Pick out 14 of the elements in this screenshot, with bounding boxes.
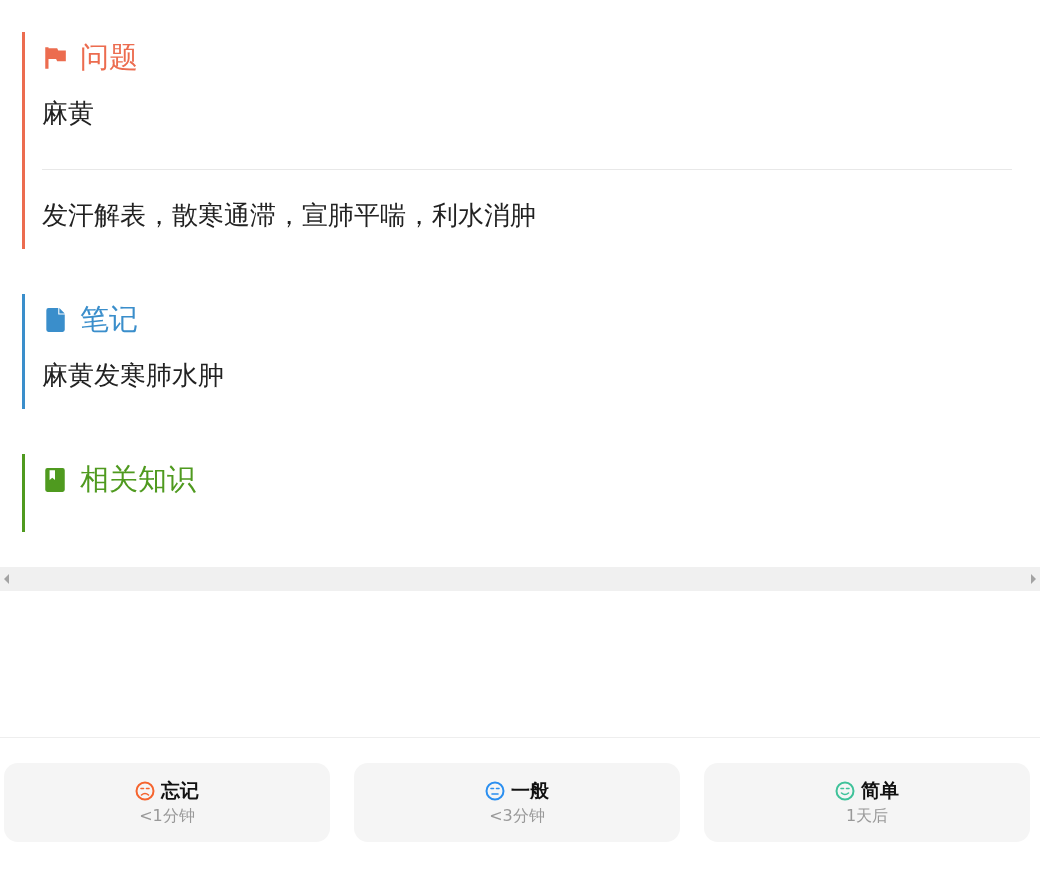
answer-text: 发汗解表，散寒通滞，宣肺平喘，利水消肿 xyxy=(42,199,537,232)
answer-button[interactable]: 简单 1天后 xyxy=(704,763,1030,842)
section-title: 问题 xyxy=(80,39,138,76)
section-title: 相关知识 xyxy=(80,461,196,498)
answer-button[interactable]: 一般 <3分钟 xyxy=(354,763,680,842)
scroll-left-icon[interactable] xyxy=(3,574,9,584)
flag-icon xyxy=(42,45,68,71)
bookmark-book-icon xyxy=(42,467,68,493)
scroll-right-icon[interactable] xyxy=(1031,574,1037,584)
note-text: 麻黄发寒肺水肿 xyxy=(42,359,225,392)
section-title: 笔记 xyxy=(80,301,138,338)
horizontal-scrollbar[interactable] xyxy=(0,567,1040,591)
answer-button[interactable]: 忘记 <1分钟 xyxy=(4,763,330,842)
question-text: 麻黄 xyxy=(42,97,95,130)
